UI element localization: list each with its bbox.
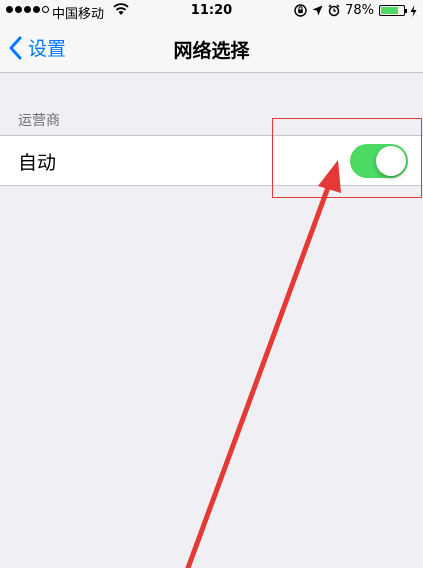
battery-percent: 78% xyxy=(345,3,374,18)
annotation-highlight-box xyxy=(272,118,422,198)
annotation-arrow xyxy=(185,160,341,568)
page-title: 网络选择 xyxy=(173,40,250,62)
alarm-icon xyxy=(328,4,340,17)
carrier-section-header: 运营商 xyxy=(18,113,60,129)
orientation-lock-icon xyxy=(294,4,307,17)
automatic-label: 自动 xyxy=(18,152,57,174)
location-icon xyxy=(312,5,323,16)
charging-icon xyxy=(410,4,417,17)
navigation-bar: 设置 网络选择 xyxy=(0,24,423,73)
status-bar: 中国移动 11:20 78% xyxy=(0,0,423,24)
battery-icon xyxy=(379,5,407,16)
